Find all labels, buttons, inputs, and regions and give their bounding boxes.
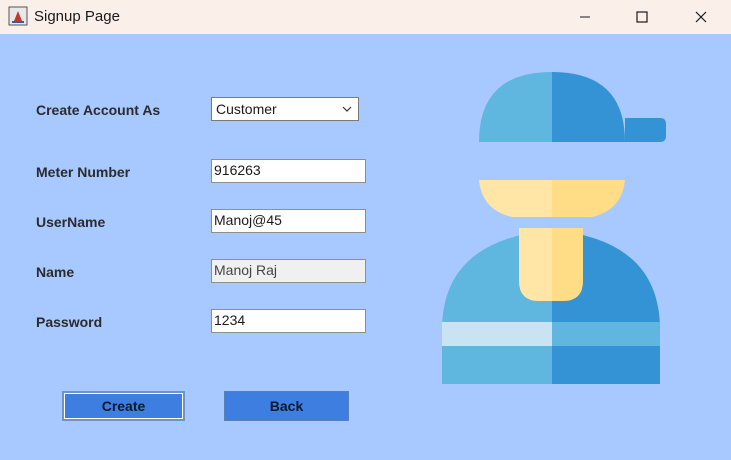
- account-type-select[interactable]: Customer: [211, 97, 359, 121]
- user-avatar-icon: [442, 72, 668, 391]
- maximize-button[interactable]: [619, 0, 665, 34]
- close-icon: [695, 11, 707, 23]
- password-field[interactable]: 1234: [211, 309, 366, 333]
- username-field[interactable]: Manoj@45: [211, 209, 366, 233]
- account-type-selected-value: Customer: [216, 101, 277, 117]
- minimize-icon: [580, 16, 590, 18]
- java-app-icon: [8, 6, 28, 26]
- maximize-icon: [636, 11, 648, 23]
- meter-number-field[interactable]: 916263: [211, 159, 366, 183]
- password-label: Password: [36, 314, 103, 330]
- chevron-down-icon: [342, 106, 352, 112]
- username-label: UserName: [36, 214, 106, 230]
- account-type-label: Create Account As: [36, 102, 161, 118]
- meter-number-label: Meter Number: [36, 164, 131, 180]
- name-label: Name: [36, 264, 75, 280]
- title-bar: Signup Page: [0, 0, 731, 34]
- name-field[interactable]: Manoj Raj: [211, 259, 366, 283]
- minimize-button[interactable]: [562, 0, 608, 34]
- window-title: Signup Page: [34, 8, 120, 25]
- back-button[interactable]: Back: [224, 391, 349, 421]
- create-button[interactable]: Create: [62, 391, 185, 421]
- close-button[interactable]: [678, 0, 724, 34]
- signup-form-panel: Create Account As Customer Meter Number …: [0, 34, 731, 460]
